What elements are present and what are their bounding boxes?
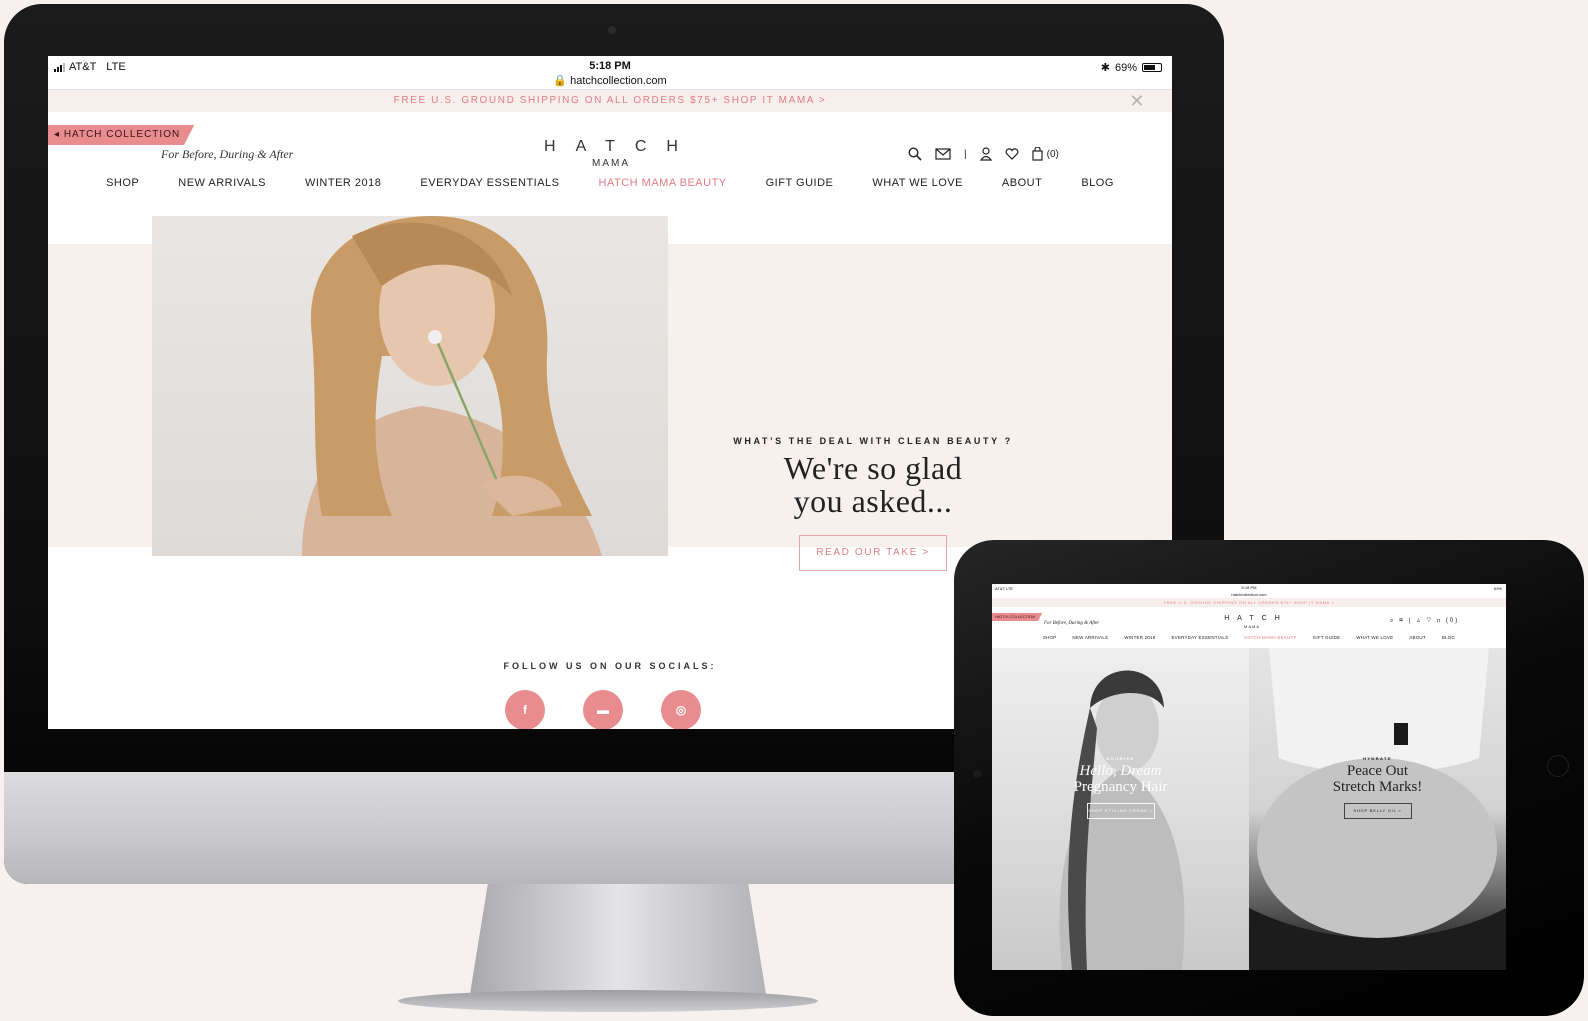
instagram-icon[interactable]: ◎ <box>661 690 701 729</box>
url-text: hatchcollection.com <box>570 75 667 87</box>
tablet-panel-hair-line2: Pregnancy Hair <box>1073 779 1168 795</box>
tablet-hatch-collection-link[interactable]: HATCH COLLECTION <box>992 613 1043 621</box>
close-icon[interactable]: ✕ <box>1129 90 1146 112</box>
address-bar[interactable]: 🔒 hatchcollection.com <box>48 74 1172 87</box>
tablet-panel-belly-copy: HYDRATE Peace Out Stretch Marks! SHOP BE… <box>1249 756 1506 819</box>
shop-belly-oil-button[interactable]: SHOP BELLY OIL > <box>1343 803 1412 819</box>
tablet-url[interactable]: hatchcollection.com <box>992 592 1506 597</box>
tablet-nav-winter-2018[interactable]: WINTER 2018 <box>1124 635 1155 640</box>
bag-count: (0) <box>1046 148 1059 160</box>
tablet-promo-banner[interactable]: FREE U.S. GROUND SHIPPING ON ALL ORDERS … <box>992 598 1506 607</box>
mail-icon[interactable] <box>935 148 951 160</box>
nav-hatch-mama-beauty[interactable]: HATCH MAMA BEAUTY <box>599 177 727 189</box>
battery-icon <box>1142 63 1162 72</box>
tablet-panel-hair-copy: NOURISH Hello, Dream Pregnancy Hair SHOP… <box>992 756 1249 819</box>
tablet-header-icons[interactable]: ⌕ ✉ | ♙ ♡ ⊓ (0) <box>1390 618 1459 625</box>
tablet-header: HATCH COLLECTION For Before, During & Af… <box>992 607 1506 648</box>
battery-label: 69% <box>1114 61 1137 74</box>
tablet-nav-hatch-mama-beauty[interactable]: HATCH MAMA BEAUTY <box>1244 635 1296 640</box>
nav-new-arrivals[interactable]: NEW ARRIVALS <box>178 177 266 189</box>
account-icon[interactable] <box>979 147 992 161</box>
shop-styling-creme-button[interactable]: SHOP STYLING CRÈME > <box>1086 803 1155 819</box>
hatch-collection-link[interactable]: ◂ HATCH COLLECTION <box>48 125 195 145</box>
nav-shop[interactable]: SHOP <box>106 177 139 189</box>
battery-fill <box>1144 65 1156 70</box>
logo-sub: MAMA <box>592 158 630 169</box>
chat-icon[interactable]: ▬ <box>583 690 623 729</box>
status-bar: AT&T LTE 5:18 PM 🔒 hatchcollection.com ✱… <box>48 56 1172 90</box>
tablet-nav-about[interactable]: ABOUT <box>1409 635 1426 640</box>
status-right: ✱ 69% <box>1101 61 1162 74</box>
lock-icon: 🔒 <box>553 75 568 87</box>
tablet-nav-what-we-love[interactable]: WHAT WE LOVE <box>1356 635 1393 640</box>
tablet-panel-belly-line2: Stretch Marks! <box>1332 779 1423 795</box>
promo-banner[interactable]: FREE U.S. GROUND SHIPPING ON ALL ORDERS … <box>48 90 1172 112</box>
tablet-bag-count: (0) <box>1445 618 1460 624</box>
tablet-panel-belly-line1: Peace Out <box>1346 763 1409 779</box>
tablet-tagline: For Before, During & After <box>1044 621 1100 626</box>
tablet-panel-belly: HYDRATE Peace Out Stretch Marks! SHOP BE… <box>1249 648 1506 970</box>
heart-icon[interactable] <box>1005 148 1019 160</box>
hatch-collection-label: HATCH COLLECTION <box>63 129 181 140</box>
monitor-stand <box>470 884 766 994</box>
tablet-status-bar: AT&T LTE 5:18 PM hatchcollection.com 69% <box>992 584 1506 598</box>
tablet-panel-belly-eyebrow: HYDRATE <box>1363 756 1392 761</box>
hero-headline-line2: you asked... <box>793 483 953 519</box>
nav-everyday-essentials[interactable]: EVERYDAY ESSENTIALS <box>420 177 559 189</box>
promo-text[interactable]: FREE U.S. GROUND SHIPPING ON ALL ORDERS … <box>394 95 827 106</box>
tablet-time: 5:18 PM <box>1241 585 1257 590</box>
tablet-nav-everyday-essentials[interactable]: EVERYDAY ESSENTIALS <box>1171 635 1228 640</box>
hero-headline-line1: We're so glad <box>783 450 963 486</box>
tablet-panel-hair-headline: Hello, Dream Pregnancy Hair <box>992 763 1249 795</box>
tablet-screen: AT&T LTE 5:18 PM hatchcollection.com 69%… <box>992 584 1506 970</box>
tablet-home-button <box>1547 755 1569 777</box>
site-header: ◂ HATCH COLLECTION For Before, During & … <box>48 112 1172 217</box>
nav-about[interactable]: ABOUT <box>1002 177 1042 189</box>
tablet-device: AT&T LTE 5:18 PM hatchcollection.com 69%… <box>954 540 1584 1016</box>
read-our-take-button[interactable]: READ OUR TAKE > <box>799 535 947 571</box>
tablet-nav-new-arrivals[interactable]: NEW ARRIVALS <box>1072 635 1108 640</box>
tablet-nav-shop[interactable]: SHOP <box>1043 635 1057 640</box>
tablet-panel-hair-eyebrow: NOURISH <box>1106 756 1135 761</box>
logo-main: HATCH <box>544 138 698 155</box>
camera <box>608 26 616 34</box>
tablet-panel-hair-line1: Hello, Dream <box>1079 763 1162 779</box>
hero-image <box>152 216 668 556</box>
tablet-nav-gift-guide[interactable]: GIFT GUIDE <box>1313 635 1341 640</box>
tablet-hero-panels: NOURISH Hello, Dream Pregnancy Hair SHOP… <box>992 648 1506 970</box>
tablet-camera <box>973 770 981 778</box>
status-time: 5:18 PM <box>589 60 631 72</box>
nav-blog[interactable]: BLOG <box>1081 177 1114 189</box>
nav-what-we-love[interactable]: WHAT WE LOVE <box>872 177 963 189</box>
header-icons: | (0) <box>908 147 1059 161</box>
hero-headline: We're so glad you asked... <box>728 452 1018 518</box>
site-logo[interactable]: HATCH MAMA <box>518 138 704 169</box>
tagline: For Before, During & After <box>161 147 294 161</box>
tablet-panel-hair: NOURISH Hello, Dream Pregnancy Hair SHOP… <box>992 648 1249 970</box>
nav-winter-2018[interactable]: WINTER 2018 <box>305 177 381 189</box>
tablet-panel-belly-headline: Peace Out Stretch Marks! <box>1249 763 1506 795</box>
monitor-stand-foot <box>398 990 818 1012</box>
facebook-icon[interactable]: f <box>505 690 545 729</box>
search-icon[interactable] <box>908 147 922 161</box>
tablet-nav-blog[interactable]: BLOG <box>1442 635 1455 640</box>
main-nav: SHOP NEW ARRIVALS WINTER 2018 EVERYDAY E… <box>48 177 1172 189</box>
tablet-logo-sub: MAMA <box>1244 624 1260 629</box>
nav-gift-guide[interactable]: GIFT GUIDE <box>766 177 834 189</box>
bluetooth-icon: ✱ <box>1100 62 1110 74</box>
hero-eyebrow: WHAT’S THE DEAL WITH CLEAN BEAUTY ? <box>733 436 1013 446</box>
divider: | <box>964 148 967 160</box>
tablet-battery: 69% <box>1493 586 1502 591</box>
tablet-logo-main[interactable]: HATCH <box>1212 615 1292 622</box>
tablet-nav: SHOP NEW ARRIVALS WINTER 2018 EVERYDAY E… <box>992 635 1506 640</box>
bag-icon[interactable] <box>1032 147 1043 161</box>
